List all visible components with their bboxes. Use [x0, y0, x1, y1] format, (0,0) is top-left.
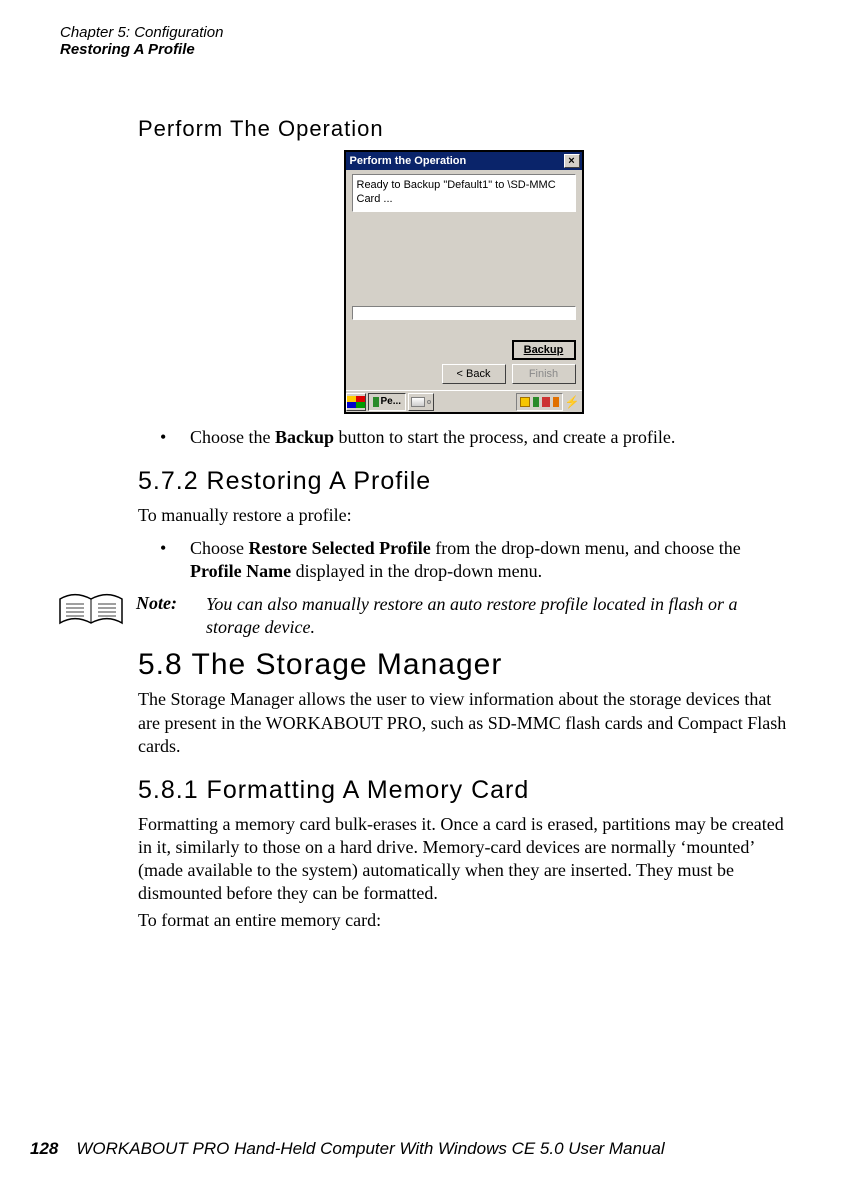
taskbar-keyboard-button[interactable] [408, 393, 434, 411]
note-block: Note: You can also manually restore an a… [58, 593, 789, 638]
windows-logo-icon [347, 396, 365, 408]
finish-button: Finish [512, 364, 576, 384]
page-footer: 128 WORKABOUT PRO Hand-Held Computer Wit… [30, 1139, 845, 1159]
tray-icon-2 [533, 397, 539, 407]
page-number: 128 [30, 1139, 58, 1159]
dialog-message: Ready to Backup "Default1" to \SD-MMC Ca… [352, 174, 576, 212]
keyboard-icon [411, 397, 425, 407]
system-tray [516, 393, 563, 411]
tray-icon-1 [520, 397, 530, 407]
dialog-body: Ready to Backup "Default1" to \SD-MMC Ca… [346, 170, 582, 390]
backup-button[interactable]: Backup [512, 340, 576, 360]
paragraph: The Storage Manager allows the user to v… [138, 688, 789, 757]
bullet-list-restore: Choose Restore Selected Profile from the… [138, 537, 789, 583]
back-button[interactable]: < Back [442, 364, 506, 384]
chapter-label: Chapter 5: Configuration [60, 24, 795, 41]
taskbar-app-button[interactable]: Pe... [368, 393, 407, 411]
start-button[interactable] [346, 393, 366, 411]
list-item: Choose the Backup button to start the pr… [138, 426, 789, 449]
dialog-perform-operation: Perform the Operation × Ready to Backup … [344, 150, 584, 414]
note-body: You can also manually restore an auto re… [206, 593, 789, 638]
tray-icon-3 [542, 397, 550, 407]
page: Chapter 5: Configuration Restoring A Pro… [0, 0, 845, 1197]
lightning-icon: ⚡ [565, 395, 580, 409]
heading-5-8-1: 5.8.1 Formatting A Memory Card [138, 776, 789, 805]
page-header: Chapter 5: Configuration Restoring A Pro… [60, 24, 795, 58]
footer-title: WORKABOUT PRO Hand-Held Computer With Wi… [76, 1139, 664, 1159]
heading-5-7-2: 5.7.2 Restoring A Profile [138, 467, 789, 496]
taskbar: Pe... ⚡ [346, 390, 582, 412]
dialog-titlebar: Perform the Operation × [346, 152, 582, 170]
progress-bar [352, 306, 576, 320]
heading-perform-operation: Perform The Operation [138, 116, 789, 142]
bullet-list-backup: Choose the Backup button to start the pr… [138, 426, 789, 449]
screenshot-container: Perform the Operation × Ready to Backup … [344, 150, 584, 414]
close-icon[interactable]: × [564, 154, 580, 168]
app-icon [373, 397, 379, 407]
paragraph: To manually restore a profile: [138, 504, 789, 527]
dialog-title: Perform the Operation [350, 155, 467, 167]
paragraph: To format an entire memory card: [138, 909, 789, 932]
tray-icon-4 [553, 397, 559, 407]
list-item: Choose Restore Selected Profile from the… [138, 537, 789, 583]
paragraph: Formatting a memory card bulk-erases it.… [138, 813, 789, 905]
note-label: Note: [136, 593, 194, 614]
heading-5-8: 5.8 The Storage Manager [138, 648, 789, 682]
content: Perform The Operation Perform the Operat… [138, 116, 789, 932]
book-icon [58, 593, 124, 629]
section-label: Restoring A Profile [60, 41, 795, 58]
circle-icon [427, 400, 431, 404]
